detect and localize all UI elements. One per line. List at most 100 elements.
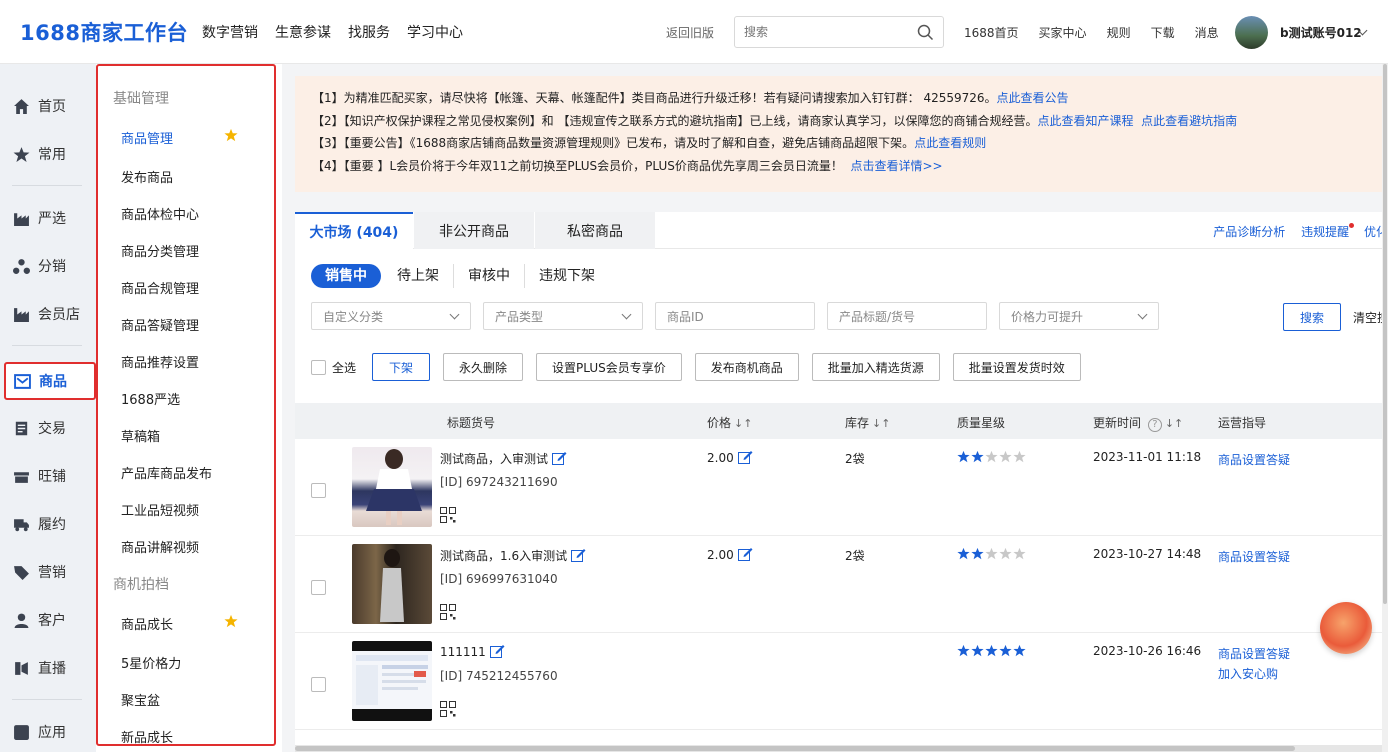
leftnav-customer[interactable]: 客户 bbox=[0, 602, 96, 638]
link-diagnosis[interactable]: 产品诊断分析 bbox=[1213, 225, 1285, 239]
qrcode-icon[interactable] bbox=[440, 604, 456, 620]
product-name[interactable]: 测试商品，1.6入审测试 bbox=[440, 547, 586, 564]
subnav-publish[interactable]: 发布商品 bbox=[121, 167, 173, 186]
tab-private[interactable]: 私密商品 bbox=[535, 212, 655, 249]
leftnav-common[interactable]: 常用 bbox=[0, 136, 96, 172]
leftnav-marketing[interactable]: 营销 bbox=[0, 554, 96, 590]
product-thumbnail[interactable] bbox=[352, 641, 432, 721]
sort-icon[interactable]: ↓↑ bbox=[872, 417, 890, 430]
favorite-star-icon[interactable] bbox=[224, 128, 238, 142]
tab-market[interactable]: 大市场 (404) bbox=[295, 212, 413, 249]
edit-icon[interactable] bbox=[571, 548, 586, 562]
logo[interactable]: 1688商家工作台 bbox=[20, 17, 188, 47]
horizontal-scrollbar[interactable] bbox=[295, 745, 1388, 752]
notice-link[interactable]: 点此查看知产课程 bbox=[1037, 114, 1133, 128]
plus-price-button[interactable]: 设置PLUS会员专享价 bbox=[536, 353, 682, 381]
edit-icon[interactable] bbox=[737, 450, 753, 464]
product-id-input[interactable]: 商品ID bbox=[655, 302, 815, 330]
pill-violation[interactable]: 违规下架 bbox=[525, 264, 609, 288]
notice-link[interactable]: 点此查看公告 bbox=[997, 91, 1069, 105]
topnav-marketing[interactable]: 数字营销 bbox=[202, 22, 258, 42]
subnav-growth[interactable]: 商品成长 bbox=[121, 614, 173, 633]
add-selected-source-button[interactable]: 批量加入精选货源 bbox=[811, 353, 940, 381]
leftnav-fulfillment[interactable]: 履约 bbox=[0, 506, 96, 542]
product-name[interactable]: 111111 bbox=[440, 644, 505, 659]
link-download[interactable]: 下载 bbox=[1151, 24, 1175, 41]
link-messages[interactable]: 消息 bbox=[1195, 24, 1219, 41]
delete-button[interactable]: 永久删除 bbox=[443, 353, 524, 381]
price-power-select[interactable]: 价格力可提升 bbox=[999, 302, 1159, 330]
subnav-treasure[interactable]: 聚宝盆 bbox=[121, 690, 160, 709]
scrollbar-thumb[interactable] bbox=[295, 746, 1295, 751]
notice-link[interactable]: 点此查看规则 bbox=[914, 136, 986, 150]
pill-reviewing[interactable]: 审核中 bbox=[454, 264, 525, 288]
set-ship-time-button[interactable]: 批量设置发货时效 bbox=[952, 353, 1081, 381]
search-button[interactable]: 搜索 bbox=[1283, 303, 1341, 331]
link-1688-home[interactable]: 1688首页 bbox=[964, 24, 1019, 41]
old-version-link[interactable]: 返回旧版 bbox=[666, 24, 714, 41]
price-cell[interactable]: 2.00 bbox=[707, 547, 753, 562]
th-price[interactable]: 价格 ↓↑ bbox=[707, 414, 752, 431]
subnav-library-publish[interactable]: 产品库商品发布 bbox=[121, 463, 212, 482]
leftnav-member-shop[interactable]: 会员店 bbox=[0, 296, 96, 332]
edit-icon[interactable] bbox=[737, 547, 753, 561]
sort-icon[interactable]: ↓↑ bbox=[734, 417, 752, 430]
pill-on-sale[interactable]: 销售中 bbox=[311, 264, 381, 288]
tab-non-public[interactable]: 非公开商品 bbox=[414, 212, 534, 249]
qrcode-icon[interactable] bbox=[440, 701, 456, 717]
subnav-health-check[interactable]: 商品体检中心 bbox=[121, 204, 199, 223]
subnav-price-power[interactable]: 5星价格力 bbox=[121, 653, 181, 672]
ops-link-anxin[interactable]: 加入安心购 bbox=[1218, 664, 1290, 684]
row-checkbox[interactable] bbox=[311, 483, 326, 498]
subnav-qa-mgmt[interactable]: 商品答疑管理 bbox=[121, 315, 199, 334]
delist-button[interactable]: 下架 bbox=[372, 353, 431, 381]
pill-pending[interactable]: 待上架 bbox=[383, 264, 454, 288]
product-thumbnail[interactable] bbox=[352, 544, 432, 624]
edit-icon[interactable] bbox=[552, 451, 567, 465]
leftnav-yanxuan[interactable]: 严选 bbox=[0, 200, 96, 236]
leftnav-distribution[interactable]: 分销 bbox=[0, 248, 96, 284]
row-checkbox[interactable] bbox=[311, 580, 326, 595]
subnav-compliance-mgmt[interactable]: 商品合规管理 bbox=[121, 278, 199, 297]
leftnav-store[interactable]: 旺铺 bbox=[0, 458, 96, 494]
leftnav-goods[interactable]: 商品 bbox=[4, 362, 96, 400]
qrcode-icon[interactable] bbox=[440, 507, 456, 523]
product-type-select[interactable]: 产品类型 bbox=[483, 302, 643, 330]
topnav-services[interactable]: 找服务 bbox=[348, 22, 390, 42]
ops-link-qa[interactable]: 商品设置答疑 bbox=[1218, 547, 1290, 567]
sort-icon[interactable]: ↓↑ bbox=[1165, 417, 1183, 430]
custom-category-select[interactable]: 自定义分类 bbox=[311, 302, 471, 330]
topnav-analytics[interactable]: 生意参谋 bbox=[275, 22, 331, 42]
avatar[interactable] bbox=[1235, 16, 1268, 49]
subnav-drafts[interactable]: 草稿箱 bbox=[121, 426, 160, 445]
product-name[interactable]: 测试商品，入审测试 bbox=[440, 450, 567, 467]
subnav-recommend[interactable]: 商品推荐设置 bbox=[121, 352, 199, 371]
subnav-goods-mgmt[interactable]: 商品管理 bbox=[121, 128, 173, 147]
leftnav-apps[interactable]: 应用 bbox=[0, 714, 96, 750]
price-cell[interactable]: 2.00 bbox=[707, 450, 753, 465]
title-sku-input[interactable]: 产品标题/货号 bbox=[827, 302, 987, 330]
ops-link-qa[interactable]: 商品设置答疑 bbox=[1218, 450, 1290, 470]
leftnav-trade[interactable]: 交易 bbox=[0, 410, 96, 446]
select-all-checkbox[interactable] bbox=[311, 359, 326, 375]
scrollbar-thumb[interactable] bbox=[1383, 64, 1387, 604]
subnav-short-video[interactable]: 工业品短视频 bbox=[121, 500, 199, 519]
subnav-category-mgmt[interactable]: 商品分类管理 bbox=[121, 241, 199, 260]
product-thumbnail[interactable] bbox=[352, 447, 432, 527]
favorite-star-icon[interactable] bbox=[224, 614, 238, 628]
subnav-new-growth[interactable]: 新品成长 bbox=[121, 727, 173, 744]
search-input[interactable] bbox=[744, 25, 914, 39]
vertical-scrollbar[interactable] bbox=[1382, 64, 1388, 752]
link-violation[interactable]: 违规提醒 bbox=[1295, 223, 1355, 239]
subnav-explain-video[interactable]: 商品讲解视频 bbox=[121, 537, 199, 556]
link-rules[interactable]: 规则 bbox=[1107, 24, 1131, 41]
leftnav-home[interactable]: 首页 bbox=[0, 88, 96, 124]
search-icon[interactable] bbox=[917, 24, 934, 41]
publish-opportunity-button[interactable]: 发布商机商品 bbox=[694, 353, 799, 381]
notice-link[interactable]: 点此查看避坑指南 bbox=[1141, 114, 1237, 128]
help-icon[interactable]: ? bbox=[1147, 418, 1162, 432]
topnav-learning[interactable]: 学习中心 bbox=[407, 22, 463, 42]
assistant-mascot-icon[interactable] bbox=[1320, 602, 1372, 654]
subnav-yanxuan[interactable]: 1688严选 bbox=[121, 389, 180, 408]
link-buyer-center[interactable]: 买家中心 bbox=[1039, 24, 1087, 41]
